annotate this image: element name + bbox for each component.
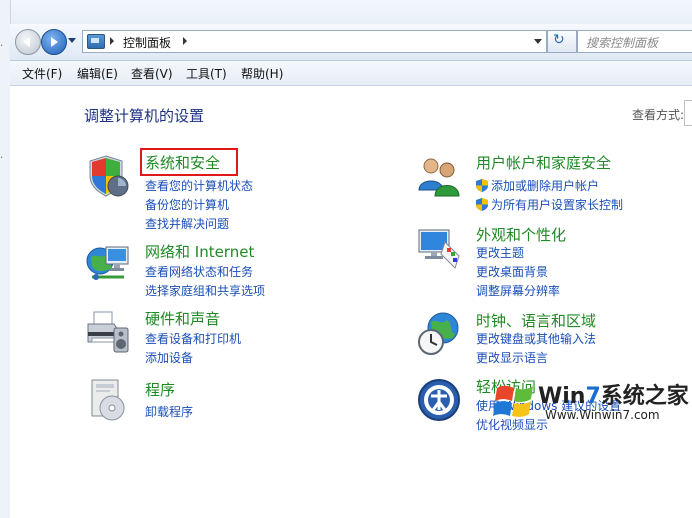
menu-tools[interactable]: 工具(T) xyxy=(186,65,227,82)
uac-shield-icon xyxy=(476,198,488,211)
watermark: Win7系统之家 Www.Winwin7.com xyxy=(485,374,689,430)
navigation-bar: 控制面板 ↻ 搜索控制面板 xyxy=(10,24,692,61)
monitor-palette-icon[interactable] xyxy=(415,224,463,272)
windows-logo-icon xyxy=(493,385,533,417)
link-parental-controls-label: 为所有用户设置家长控制 xyxy=(491,198,624,212)
link-parental-controls[interactable]: 为所有用户设置家长控制 xyxy=(476,196,623,213)
refresh-icon: ↻ xyxy=(553,32,565,48)
link-homegroup-sharing[interactable]: 选择家庭组和共享选项 xyxy=(145,282,265,299)
link-change-theme[interactable]: 更改主题 xyxy=(476,244,524,261)
watermark-brand-seven: 7 xyxy=(585,384,601,409)
watermark-brand-suffix: 系统之家 xyxy=(600,384,689,409)
breadcrumb-chevron-icon[interactable] xyxy=(183,37,187,45)
control-panel-content: 调整计算机的设置 查看方式: 系统和安全 查看您的计算机状态 备份您的计算机 查… xyxy=(10,86,692,518)
category-hardware-sound[interactable]: 硬件和声音 xyxy=(145,308,220,329)
watermark-brand: Win7系统之家 xyxy=(538,378,689,410)
breadcrumb-chevron-icon[interactable] xyxy=(110,37,114,45)
back-arrow-icon[interactable] xyxy=(15,29,41,55)
category-clock-language-region[interactable]: 时钟、语言和区域 xyxy=(476,310,596,331)
search-input[interactable]: 搜索控制面板 xyxy=(577,30,692,53)
clock-globe-icon[interactable] xyxy=(415,310,463,358)
programs-disc-icon[interactable] xyxy=(84,376,132,424)
view-by-label: 查看方式: xyxy=(632,108,685,122)
uac-shield-icon xyxy=(476,179,488,192)
shield-icon[interactable] xyxy=(84,152,132,200)
link-add-remove-accounts[interactable]: 添加或删除用户帐户 xyxy=(476,177,599,194)
forward-arrow-icon[interactable] xyxy=(41,29,67,55)
control-panel-icon xyxy=(87,34,105,49)
address-dropdown-icon[interactable] xyxy=(534,39,542,44)
link-desktop-background[interactable]: 更改桌面背景 xyxy=(476,263,548,280)
search-placeholder: 搜索控制面板 xyxy=(586,36,659,50)
menu-bar: 文件(F) 编辑(E) 查看(V) 工具(T) 帮助(H) xyxy=(10,61,692,86)
link-view-computer-status[interactable]: 查看您的计算机状态 xyxy=(145,177,253,194)
network-globe-icon[interactable] xyxy=(84,239,132,287)
watermark-url: Www.Winwin7.com xyxy=(545,408,660,422)
link-screen-resolution[interactable]: 调整屏幕分辨率 xyxy=(476,282,560,299)
category-network-internet[interactable]: 网络和 Internet xyxy=(145,241,254,262)
link-uninstall-program[interactable]: 卸载程序 xyxy=(145,403,193,420)
printer-speaker-icon[interactable] xyxy=(84,308,132,356)
view-by-select[interactable] xyxy=(684,100,692,126)
recent-pages-dropdown-icon[interactable] xyxy=(68,38,76,43)
category-user-accounts[interactable]: 用户帐户和家庭安全 xyxy=(476,152,611,173)
users-icon[interactable] xyxy=(415,152,463,200)
link-keyboard-input[interactable]: 更改键盘或其他输入法 xyxy=(476,330,596,347)
link-troubleshoot[interactable]: 查找并解决问题 xyxy=(145,215,229,232)
category-system-security[interactable]: 系统和安全 xyxy=(145,152,220,173)
link-network-status[interactable]: 查看网络状态和任务 xyxy=(145,263,253,280)
category-programs[interactable]: 程序 xyxy=(145,379,175,400)
edge-glyph: . xyxy=(0,150,4,161)
menu-file[interactable]: 文件(F) xyxy=(22,65,62,82)
link-devices-printers[interactable]: 查看设备和打印机 xyxy=(145,330,241,347)
window-title-strip xyxy=(10,0,692,24)
edge-glyph: . xyxy=(0,38,4,49)
link-add-device[interactable]: 添加设备 xyxy=(145,349,193,366)
link-add-remove-accounts-label: 添加或删除用户帐户 xyxy=(491,179,600,193)
page-title: 调整计算机的设置 xyxy=(84,107,205,125)
ease-of-access-icon[interactable] xyxy=(415,376,463,424)
menu-help[interactable]: 帮助(H) xyxy=(241,65,283,82)
address-bar[interactable]: 控制面板 xyxy=(82,30,547,53)
watermark-brand-prefix: Win xyxy=(538,384,586,409)
refresh-button[interactable]: ↻ xyxy=(547,30,577,53)
category-appearance[interactable]: 外观和个性化 xyxy=(476,224,566,245)
breadcrumb-control-panel[interactable]: 控制面板 xyxy=(123,34,171,51)
link-display-language[interactable]: 更改显示语言 xyxy=(476,349,548,366)
link-backup-computer[interactable]: 备份您的计算机 xyxy=(145,196,229,213)
menu-edit[interactable]: 编辑(E) xyxy=(77,65,118,82)
menu-view[interactable]: 查看(V) xyxy=(131,65,173,82)
